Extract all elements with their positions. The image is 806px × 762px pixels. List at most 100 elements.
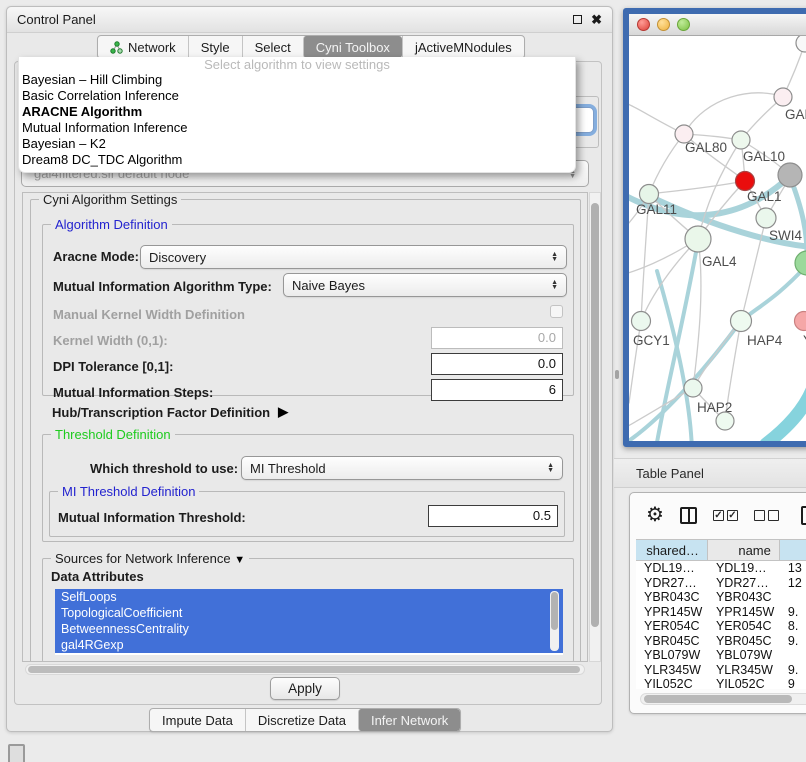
table-row[interactable]: YBR045C YBR045C 9. (636, 634, 806, 649)
panel-splitter-handle[interactable] (615, 370, 619, 379)
control-panel-title: Control Panel (17, 12, 96, 27)
list-item[interactable]: TopologicalCoefficient (55, 605, 563, 621)
network-window-titlebar[interactable] (629, 14, 806, 36)
kernel-width-field: 0.0 (431, 327, 563, 349)
tab-discretize-data[interactable]: Discretize Data (245, 709, 358, 731)
mi-steps-field[interactable]: 6 (431, 379, 563, 401)
network-node-gcy1[interactable] (632, 312, 651, 331)
network-edge[interactable] (649, 134, 684, 194)
select-all-checkboxes-icon[interactable]: ✓✓ (713, 510, 738, 521)
new-page-icon[interactable] (801, 506, 806, 525)
network-node[interactable] (778, 163, 802, 187)
bottom-tabbar: Impute Data Discretize Data Infer Networ… (149, 708, 461, 732)
manual-kernel-width-checkbox (550, 305, 563, 318)
network-node-hap4[interactable] (731, 311, 752, 332)
settings-vertical-scrollbar[interactable] (589, 192, 601, 662)
algorithm-option[interactable]: Bayesian – K2 (19, 136, 575, 152)
apply-button[interactable]: Apply (270, 677, 340, 700)
mi-threshold-field[interactable]: 0.5 (428, 505, 558, 527)
network-node-label: GCY1 (633, 333, 670, 348)
aracne-mode-value: Discovery (149, 250, 206, 265)
network-canvas[interactable]: GALGAL80GAL10GAL1GAL11SWI4GAL4GCY1HAP4YH… (629, 36, 806, 441)
table-row[interactable]: YER054C YER054C 8. (636, 619, 806, 634)
table-row[interactable]: YPR145W YPR145W 9. (636, 605, 806, 620)
threshold-definition-title: Threshold Definition (51, 427, 175, 442)
network-node-y[interactable] (795, 312, 806, 331)
tab-jactivemnodules[interactable]: jActiveMNodules (402, 36, 524, 58)
settings-gear-icon[interactable]: ⚙ (646, 505, 664, 525)
dpi-tolerance-field[interactable]: 0.0 (431, 353, 563, 375)
mi-algorithm-type-combobox[interactable]: Naive Bayes ▲▼ (283, 273, 567, 297)
mi-threshold-group-title: MI Threshold Definition (58, 484, 199, 499)
tab-style[interactable]: Style (188, 36, 242, 58)
close-traffic-light-icon[interactable] (637, 18, 650, 31)
table-row[interactable]: YLR345W YLR345W 9. (636, 663, 806, 678)
table-row[interactable]: YDR27… YDR27… 12 (636, 576, 806, 591)
data-attributes-list[interactable]: SelfLoops TopologicalCoefficient Between… (55, 589, 563, 655)
hub-definition-toggle[interactable]: Hub/Transcription Factor Definition ▶ (52, 404, 288, 420)
tab-network-label: Network (128, 40, 176, 55)
combo-arrows-icon: ▲▼ (547, 463, 554, 473)
table-row[interactable]: YBR043C YBR043C (636, 590, 806, 605)
network-graph[interactable]: GALGAL80GAL10GAL1GAL11SWI4GAL4GCY1HAP4YH… (629, 36, 806, 441)
network-node[interactable] (796, 36, 806, 52)
algorithm-placeholder: Select algorithm to view settings (19, 57, 575, 72)
split-panel-icon[interactable] (680, 507, 697, 524)
algorithm-definition-group: Algorithm Definition Aracne Mode: Discov… (42, 224, 574, 396)
algorithm-option[interactable]: Basic Correlation Inference (19, 88, 575, 104)
sources-group-title[interactable]: Sources for Network Inference ▼ (51, 551, 249, 566)
deselect-all-checkboxes-icon[interactable] (754, 510, 779, 521)
tab-cyni-toolbox[interactable]: Cyni Toolbox (303, 36, 402, 58)
table-panel: ⚙ ✓✓ shared… name YDL19… YDL19… (629, 492, 806, 714)
settings-horizontal-scrollbar[interactable] (25, 664, 585, 675)
tab-network[interactable]: Network (98, 36, 188, 58)
network-node-gal10[interactable] (732, 131, 750, 149)
algorithm-dropdown-popup: Select algorithm to view settings Bayesi… (18, 57, 576, 173)
algorithm-option[interactable]: Bayesian – Hill Climbing (19, 72, 575, 88)
table-horizontal-scrollbar[interactable] (640, 693, 806, 705)
network-node-label: GAL4 (702, 254, 737, 269)
attribute-table: shared… name YDL19… YDL19… 13 YDR27… YDR… (636, 539, 806, 713)
network-edge[interactable] (741, 265, 806, 321)
table-row[interactable]: YIL052C YIL052C 9 (636, 677, 806, 689)
list-item[interactable]: BetweennessCentrality (55, 621, 563, 637)
table-row[interactable]: YDL19… YDL19… 13 (636, 561, 806, 576)
network-node-gal1[interactable] (736, 172, 755, 191)
tab-impute-data[interactable]: Impute Data (150, 709, 245, 731)
network-edge[interactable] (649, 181, 745, 194)
network-node[interactable] (795, 251, 806, 275)
network-node-gal4[interactable] (685, 226, 711, 252)
network-edge[interactable] (766, 390, 806, 441)
network-node-gal11[interactable] (640, 185, 659, 204)
sources-group: Sources for Network Inference ▼ Data Att… (42, 558, 574, 662)
list-item[interactable]: SelfLoops (55, 589, 563, 605)
control-panel-titlebar[interactable]: Control Panel ✖ (7, 7, 612, 33)
zoom-traffic-light-icon[interactable] (677, 18, 690, 31)
list-item[interactable]: gal4RGexp (55, 637, 563, 653)
float-window-icon[interactable] (573, 15, 582, 24)
which-threshold-combobox[interactable]: MI Threshold ▲▼ (241, 456, 563, 480)
column-header-shared-name[interactable]: shared… (636, 540, 708, 560)
algorithm-option[interactable]: Dream8 DC_TDC Algorithm (19, 152, 575, 168)
minimize-traffic-light-icon[interactable] (657, 18, 670, 31)
tab-infer-network[interactable]: Infer Network (358, 709, 460, 731)
list-vertical-scrollbar[interactable] (550, 591, 559, 651)
data-attributes-label: Data Attributes (51, 569, 144, 584)
table-row[interactable]: YBL079W YBL079W (636, 648, 806, 663)
column-header-name[interactable]: name (708, 540, 780, 560)
which-threshold-value: MI Threshold (250, 461, 326, 476)
network-edge[interactable] (684, 93, 783, 134)
network-node-gal[interactable] (774, 88, 792, 106)
network-node[interactable] (716, 412, 734, 430)
network-node-swi4[interactable] (756, 208, 776, 228)
column-header-partial[interactable] (780, 540, 806, 560)
aracne-mode-combobox[interactable]: Discovery ▲▼ (140, 245, 567, 269)
close-icon[interactable]: ✖ (591, 13, 602, 26)
minimized-panel-icon[interactable] (8, 744, 25, 762)
network-view-window[interactable]: GALGAL80GAL10GAL1GAL11SWI4GAL4GCY1HAP4YH… (623, 8, 806, 447)
algorithm-option[interactable]: ARACNE Algorithm (19, 104, 575, 120)
network-edge[interactable] (790, 177, 806, 263)
algorithm-option[interactable]: Mutual Information Inference (19, 120, 575, 136)
tab-select[interactable]: Select (242, 36, 303, 58)
network-node-hap2[interactable] (684, 379, 702, 397)
